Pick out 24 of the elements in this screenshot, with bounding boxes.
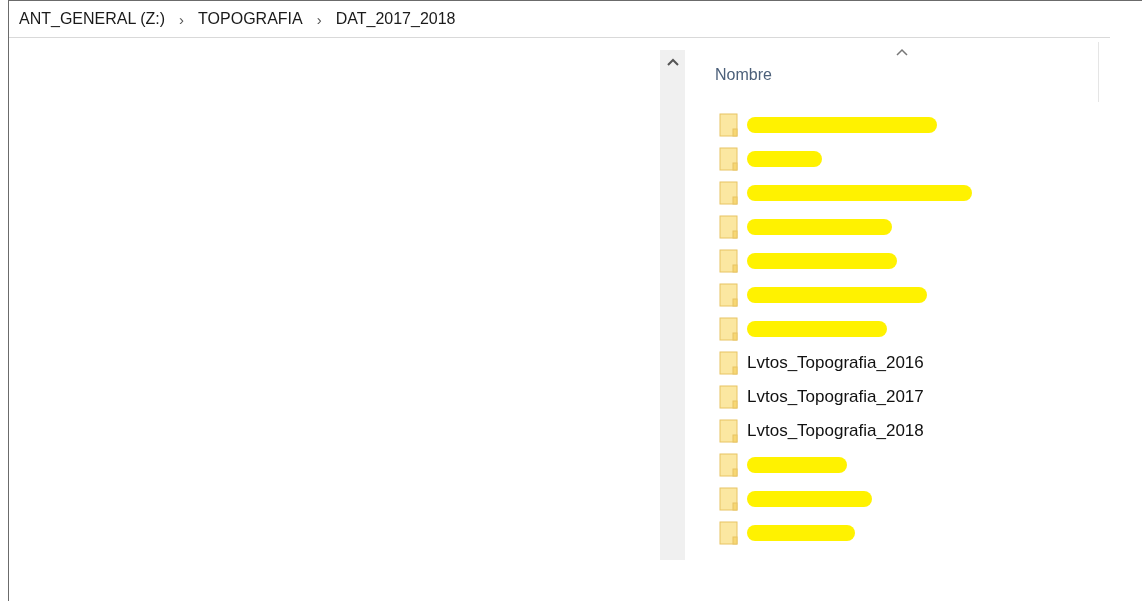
breadcrumb-item[interactable]: ANT_GENERAL (Z:) [19, 10, 166, 28]
folder-icon [719, 249, 739, 273]
scroll-up-icon[interactable] [666, 58, 679, 66]
folder-icon [719, 521, 739, 545]
folder-icon [719, 283, 739, 307]
folder-icon [719, 147, 739, 171]
breadcrumb-item[interactable]: TOPOGRAFIA [198, 10, 303, 28]
folder-icon [719, 419, 739, 443]
folder-icon [719, 487, 739, 511]
chevron-separator: › [315, 10, 323, 28]
folder-icon [719, 215, 739, 239]
name-column-header[interactable]: Nombre [715, 66, 772, 84]
folder-name[interactable]: Lvtos_Topografia_2018 [747, 421, 924, 441]
folder-name[interactable]: Lvtos_Topografia_2017 [747, 387, 924, 407]
folder-icon [719, 385, 739, 409]
chevron-separator: › [178, 10, 186, 28]
folder-icon [719, 113, 739, 137]
folder-icon [719, 317, 739, 341]
folder-icon [719, 181, 739, 205]
breadcrumb-item[interactable]: DAT_2017_2018 [335, 10, 456, 28]
folder-name[interactable]: Lvtos_Topografia_2016 [747, 353, 924, 373]
scrollbar[interactable] [660, 50, 685, 560]
folder-icon [719, 453, 739, 477]
folder-icon [719, 351, 739, 375]
